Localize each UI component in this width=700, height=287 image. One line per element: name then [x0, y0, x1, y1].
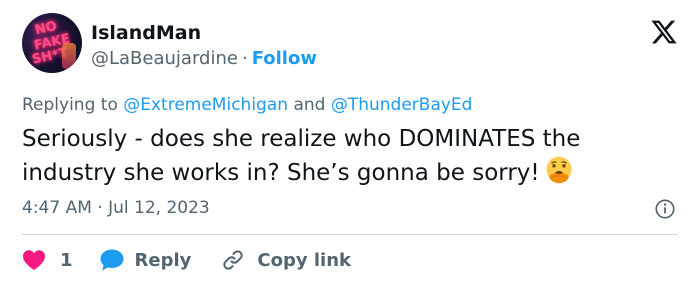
copy-link-button[interactable]: Copy link — [221, 248, 351, 272]
x-logo-icon[interactable] — [650, 18, 678, 46]
heart-icon — [23, 250, 45, 270]
replying-prefix: Replying to — [22, 95, 118, 115]
like-count: 1 — [60, 249, 73, 271]
like-button[interactable]: 1 — [22, 249, 73, 271]
author-display-name[interactable]: IslandMan — [91, 22, 201, 44]
avatar-glow — [62, 43, 76, 69]
mention-link-1[interactable]: @ExtremeMichigan — [123, 95, 288, 115]
copy-link-label: Copy link — [257, 249, 351, 271]
reply-button[interactable]: Reply — [99, 248, 192, 272]
link-icon — [223, 250, 244, 270]
author-handle-row: @LaBeaujardine · Follow — [91, 48, 317, 69]
info-icon[interactable] — [654, 198, 676, 220]
divider — [22, 234, 678, 235]
face-with-hand-over-mouth-icon — [546, 156, 572, 184]
replying-to-line: Replying to @ExtremeMichigan and @Thunde… — [22, 95, 472, 115]
mention-link-2[interactable]: @ThunderBayEd — [331, 95, 473, 115]
tweet-text-block: Seriously - does she realize who DOMINAT… — [22, 124, 672, 189]
author-handle[interactable]: @LaBeaujardine — [91, 48, 238, 69]
replying-conjunction: and — [293, 95, 326, 115]
reply-bubble-icon — [100, 249, 124, 271]
follow-button[interactable]: Follow — [252, 48, 317, 69]
separator-dot: · — [241, 48, 248, 69]
tweet-text: Seriously - does she realize who DOMINAT… — [22, 126, 581, 186]
reply-label: Reply — [134, 249, 192, 271]
avatar[interactable]: NO FAKE SH*T — [22, 13, 82, 73]
action-bar: 1 Reply Copy link — [22, 247, 351, 273]
tweet-timestamp[interactable]: 4:47 AM · Jul 12, 2023 — [22, 198, 210, 218]
